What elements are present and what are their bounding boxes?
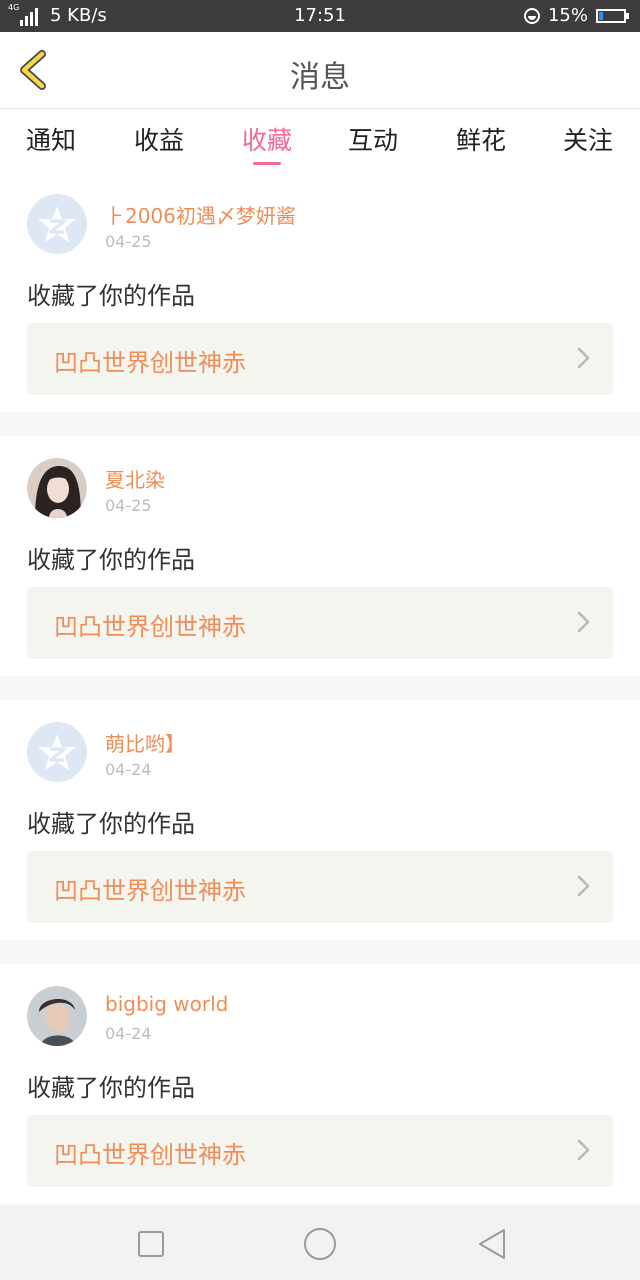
page-title: 消息 xyxy=(290,60,350,95)
username[interactable]: 萌比哟】 xyxy=(105,728,185,757)
default-avatar-icon xyxy=(27,194,87,254)
action-text: 收藏了你的作品 xyxy=(27,546,195,574)
work-link[interactable]: 凹凸世界创世神赤 xyxy=(27,851,613,923)
chevron-right-icon xyxy=(577,611,590,633)
tab-notifications[interactable]: 通知 xyxy=(6,121,96,157)
nav-back-button[interactable] xyxy=(472,1224,512,1264)
status-bar: 4G 5 KB/s 17:51 15% xyxy=(0,0,640,32)
work-title: 凹凸世界创世神赤 xyxy=(54,877,246,905)
system-nav-bar xyxy=(0,1206,640,1280)
back-triangle-icon xyxy=(479,1229,505,1259)
chevron-right-icon xyxy=(577,875,590,897)
chevron-right-icon xyxy=(577,347,590,369)
tab-favorites-label: 收藏 xyxy=(241,126,292,155)
tab-flowers[interactable]: 鲜花 xyxy=(436,121,526,157)
work-title: 凹凸世界创世神赤 xyxy=(54,1141,246,1169)
username[interactable]: bigbig world xyxy=(105,992,228,1016)
avatar[interactable] xyxy=(27,194,87,254)
tab-bar: 通知 收益 收藏 互动 鲜花 关注 xyxy=(0,109,640,172)
action-text: 收藏了你的作品 xyxy=(27,810,195,838)
work-title: 凹凸世界创世神赤 xyxy=(54,613,246,641)
list-item: 萌比哟】 04-24 收藏了你的作品 凹凸世界创世神赤 xyxy=(0,700,640,940)
list-item: bigbig world 04-24 收藏了你的作品 凹凸世界创世神赤 xyxy=(0,964,640,1204)
list-item: ⺊2006初遇〆梦妍酱 04-25 收藏了你的作品 凹凸世界创世神赤 xyxy=(0,172,640,412)
action-text: 收藏了你的作品 xyxy=(27,1074,195,1102)
battery-percent: 15% xyxy=(547,5,588,26)
tab-favorites[interactable]: 收藏 xyxy=(222,121,312,165)
header: 消息 xyxy=(0,32,640,109)
default-avatar-icon xyxy=(27,722,87,782)
user-photo-icon xyxy=(27,986,87,1046)
work-link[interactable]: 凹凸世界创世神赤 xyxy=(27,1115,613,1187)
username[interactable]: ⺊2006初遇〆梦妍酱 xyxy=(105,200,296,229)
work-title: 凹凸世界创世神赤 xyxy=(54,349,246,377)
work-link[interactable]: 凹凸世界创世神赤 xyxy=(27,323,613,395)
list-item: 夏北染 04-25 收藏了你的作品 凹凸世界创世神赤 xyxy=(0,436,640,676)
battery-icon xyxy=(596,8,629,23)
battery-fill xyxy=(599,11,603,20)
work-link[interactable]: 凹凸世界创世神赤 xyxy=(27,587,613,659)
tab-earnings[interactable]: 收益 xyxy=(114,121,204,157)
timestamp: 04-25 xyxy=(105,496,152,515)
user-photo-icon xyxy=(27,458,87,518)
username[interactable]: 夏北染 xyxy=(105,464,165,493)
chevron-right-icon xyxy=(577,1139,590,1161)
square-icon xyxy=(138,1231,164,1257)
timestamp: 04-24 xyxy=(105,760,152,779)
avatar[interactable] xyxy=(27,722,87,782)
active-tab-indicator xyxy=(253,162,281,165)
tab-interactions[interactable]: 互动 xyxy=(328,121,418,157)
sync-icon xyxy=(523,7,540,24)
tab-follows[interactable]: 关注 xyxy=(543,121,633,157)
status-right: 15% xyxy=(523,5,630,26)
home-button[interactable] xyxy=(300,1224,340,1264)
action-text: 收藏了你的作品 xyxy=(27,282,195,310)
avatar[interactable] xyxy=(27,986,87,1046)
recent-apps-button[interactable] xyxy=(131,1224,171,1264)
timestamp: 04-24 xyxy=(105,1024,152,1043)
circle-icon xyxy=(304,1228,336,1260)
timestamp: 04-25 xyxy=(105,232,152,251)
avatar[interactable] xyxy=(27,458,87,518)
